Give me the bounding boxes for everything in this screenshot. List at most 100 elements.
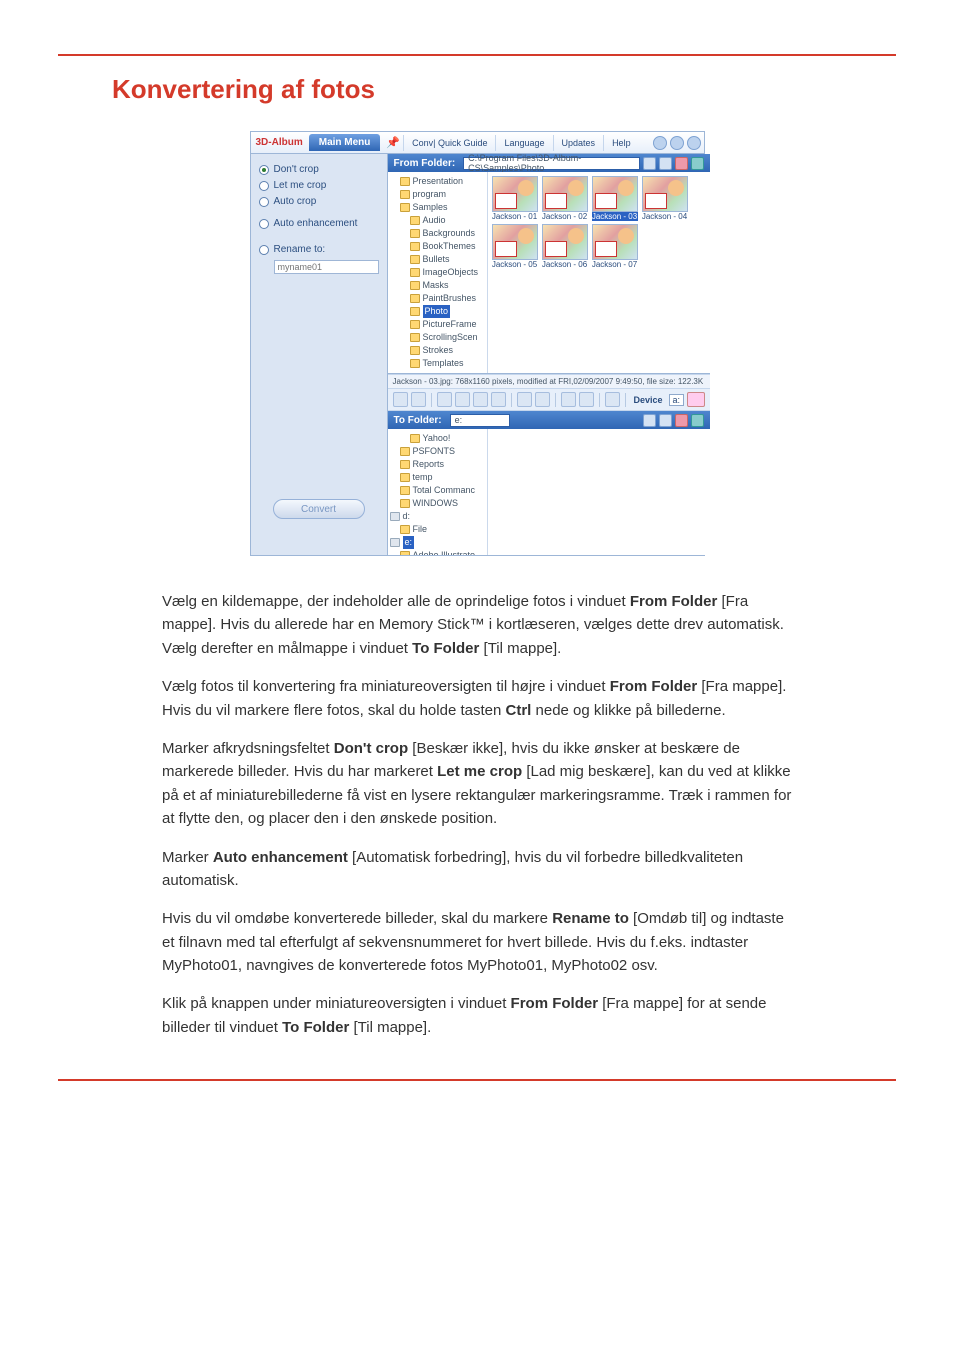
radio-label: Rename to:	[274, 244, 326, 255]
scan-icon[interactable]	[675, 157, 688, 170]
thumbnail[interactable]: Jackson - 05	[492, 224, 538, 269]
tool-icon[interactable]	[393, 392, 408, 407]
tool-icon[interactable]	[473, 392, 488, 407]
device-label: Device	[634, 395, 663, 405]
menu-help[interactable]: Help	[603, 135, 639, 151]
from-folder-tree[interactable]: PresentationprogramSamplesAudioBackgroun…	[388, 172, 488, 373]
window-restore-icon[interactable]	[670, 136, 684, 150]
refresh-icon[interactable]	[691, 157, 704, 170]
folder-icon	[410, 346, 420, 355]
thumbnail[interactable]: Jackson - 06	[542, 224, 588, 269]
thumbnail-image	[492, 224, 538, 260]
tree-node-label: Yahoo!	[423, 432, 451, 445]
folder-icon	[400, 203, 410, 212]
tree-node[interactable]: Strokes	[390, 344, 485, 357]
tree-node-label: Backgrounds	[423, 227, 476, 240]
options-icon[interactable]	[659, 414, 672, 427]
tree-node[interactable]: File	[390, 523, 485, 536]
refresh-icon[interactable]	[691, 414, 704, 427]
tree-node-label: Total Commanc	[413, 484, 476, 497]
thumbnail-image	[542, 176, 588, 212]
tree-node[interactable]: Photo	[390, 305, 485, 318]
tree-node[interactable]: Backgrounds	[390, 227, 485, 240]
paragraph: Marker afkrydsningsfeltet Don't crop [Be…	[162, 737, 792, 831]
send-down-icon[interactable]	[535, 392, 550, 407]
tree-node[interactable]: PictureFrame	[390, 318, 485, 331]
thumbnail[interactable]: Jackson - 01	[492, 176, 538, 221]
menu-updates[interactable]: Updates	[553, 135, 604, 151]
radio-dont-crop[interactable]: Don't crop	[259, 164, 379, 175]
to-folder-tree[interactable]: Yahoo!PSFONTSReportstempTotal CommancWIN…	[388, 429, 488, 555]
tool-icon[interactable]	[517, 392, 532, 407]
folder-icon	[410, 307, 420, 316]
radio-auto-crop[interactable]: Auto crop	[259, 196, 379, 207]
tree-node-label: PSFONTS	[413, 445, 456, 458]
tool-icon[interactable]	[437, 392, 452, 407]
tree-node-label: ImageObjects	[423, 266, 479, 279]
tool-icon[interactable]	[491, 392, 506, 407]
tree-node[interactable]: Total Commanc	[390, 484, 485, 497]
tree-node[interactable]: Presentation	[390, 175, 485, 188]
to-folder-bar: To Folder: e:	[388, 411, 711, 429]
tree-node[interactable]: ImageObjects	[390, 266, 485, 279]
tree-node[interactable]: Reports	[390, 458, 485, 471]
radio-auto-enhancement[interactable]: Auto enhancement	[259, 218, 379, 229]
tree-node[interactable]: Templates	[390, 357, 485, 370]
pin-icon[interactable]: 📌	[386, 136, 400, 149]
thumbnail[interactable]: Jackson - 03	[592, 176, 638, 221]
menu-quick-guide[interactable]: Conv| Quick Guide	[403, 135, 495, 151]
tool-icon[interactable]	[411, 392, 426, 407]
options-icon[interactable]	[659, 157, 672, 170]
tree-node[interactable]: e:	[390, 536, 485, 549]
device-select[interactable]: a:	[669, 394, 685, 406]
from-folder-path[interactable]: C:\Program Files\3D-Album-CS\Samples\Pho…	[463, 157, 640, 170]
radio-icon	[259, 219, 269, 229]
tree-node[interactable]: BookThemes	[390, 240, 485, 253]
folder-icon	[400, 177, 410, 186]
rename-input[interactable]	[274, 260, 379, 274]
tree-node[interactable]: Samples	[390, 201, 485, 214]
tree-node[interactable]: d:	[390, 510, 485, 523]
tree-node[interactable]: PaintBrushes	[390, 292, 485, 305]
thumbnail-caption: Jackson - 07	[592, 260, 638, 269]
thumbnail[interactable]: Jackson - 04	[642, 176, 688, 221]
menu-language[interactable]: Language	[495, 135, 552, 151]
tree-node[interactable]: PSFONTS	[390, 445, 485, 458]
search-icon[interactable]	[643, 157, 656, 170]
folder-icon	[410, 294, 420, 303]
delete-icon[interactable]	[605, 392, 620, 407]
tree-node-label: File	[413, 523, 428, 536]
to-folder-path[interactable]: e:	[450, 414, 510, 427]
main-menu-tab[interactable]: Main Menu	[309, 134, 381, 151]
device-gear-icon[interactable]	[687, 392, 705, 407]
radio-rename-to[interactable]: Rename to:	[259, 244, 379, 255]
tree-node[interactable]: Bullets	[390, 253, 485, 266]
radio-icon	[259, 245, 269, 255]
tree-node-label: Samples	[413, 201, 448, 214]
convert-button[interactable]: Convert	[273, 499, 365, 519]
to-folder-label: To Folder:	[394, 415, 442, 426]
tree-node[interactable]: temp	[390, 471, 485, 484]
window-close-icon[interactable]	[687, 136, 701, 150]
tree-node[interactable]: WINDOWS	[390, 497, 485, 510]
thumbnail[interactable]: Jackson - 02	[542, 176, 588, 221]
window-minimize-icon[interactable]	[653, 136, 667, 150]
radio-icon	[259, 197, 269, 207]
app-logo: 3D-Album	[256, 137, 303, 148]
tree-node[interactable]: Adobe Illustrato	[390, 549, 485, 555]
tree-node[interactable]: Audio	[390, 214, 485, 227]
thumbnail[interactable]: Jackson - 07	[592, 224, 638, 269]
undo-icon[interactable]	[561, 392, 576, 407]
scan-icon[interactable]	[675, 414, 688, 427]
tree-node[interactable]: program	[390, 188, 485, 201]
tree-node-label: Masks	[423, 279, 449, 292]
tree-node[interactable]: ScrollingScen	[390, 331, 485, 344]
search-icon[interactable]	[643, 414, 656, 427]
tree-node[interactable]: Masks	[390, 279, 485, 292]
redo-icon[interactable]	[579, 392, 594, 407]
tree-node[interactable]: Yahoo!	[390, 432, 485, 445]
radio-let-me-crop[interactable]: Let me crop	[259, 180, 379, 191]
thumbnail-image	[592, 176, 638, 212]
paragraph: Hvis du vil omdøbe konverterede billeder…	[162, 907, 792, 977]
tool-icon[interactable]	[455, 392, 470, 407]
